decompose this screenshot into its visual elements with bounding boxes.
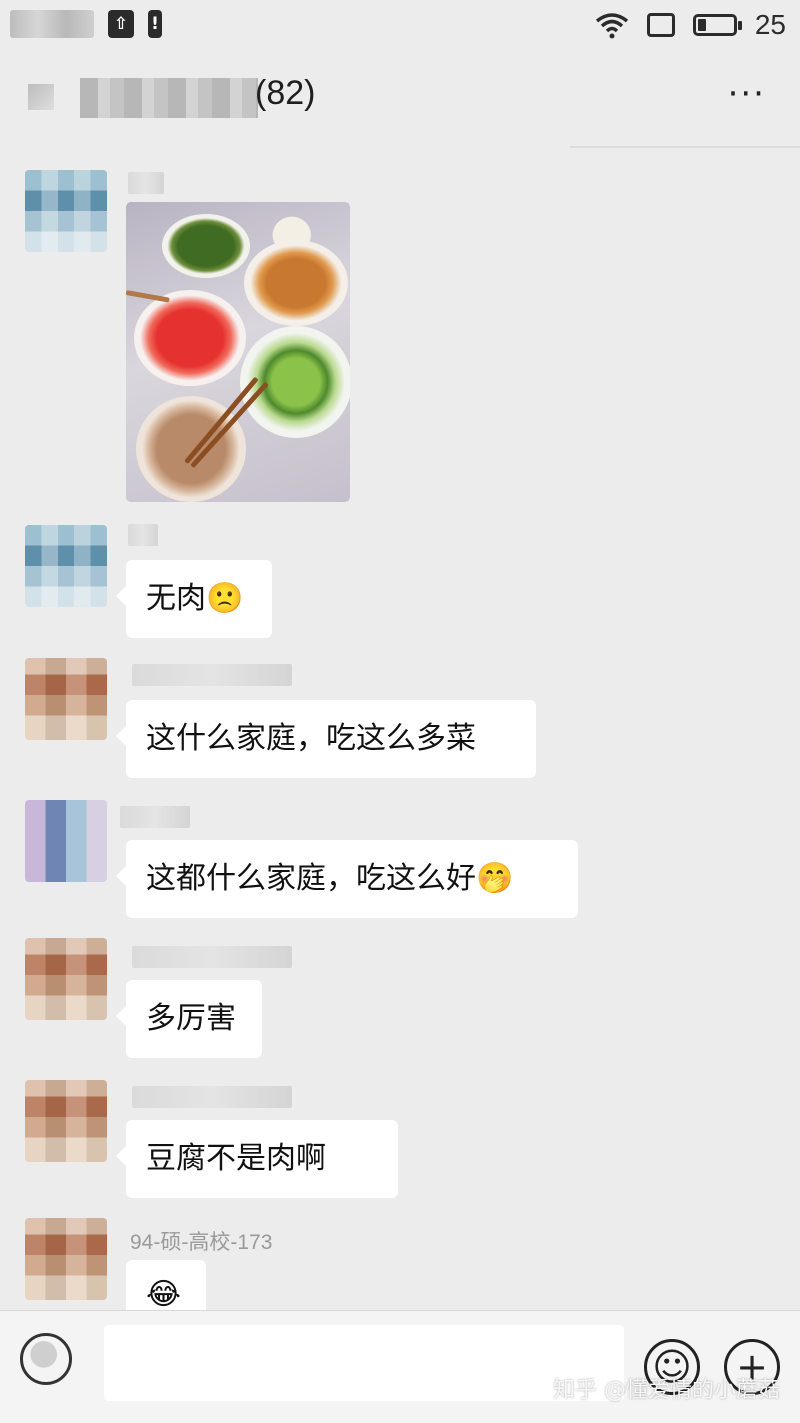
message-bubble[interactable]: 豆腐不是肉啊 xyxy=(116,1120,398,1198)
tears-of-joy-emoji-icon: 😂 xyxy=(146,1277,182,1310)
message-text: 多厉害 xyxy=(146,1001,236,1036)
watermark: 知乎 @懂爱情的小蘑菇 xyxy=(553,1378,780,1403)
avatar[interactable] xyxy=(25,1080,107,1162)
alert-icon: ! xyxy=(148,10,162,38)
carrier-info-blurred xyxy=(10,10,94,38)
message-bubble[interactable]: 这都什么家庭，吃这么好🤭 xyxy=(116,840,578,918)
header-divider xyxy=(570,146,800,148)
sender-name-blurred xyxy=(132,946,292,968)
back-button-blurred[interactable] xyxy=(28,84,54,110)
message-bubble[interactable]: 无肉🙁 xyxy=(116,560,272,638)
sender-name: 94-硕-高校-173 xyxy=(130,1231,273,1254)
battery-icon xyxy=(692,14,742,36)
sender-name-blurred xyxy=(128,524,158,546)
square-icon xyxy=(646,13,675,37)
frown-emoji-icon: 🙁 xyxy=(206,581,244,616)
chopsticks xyxy=(126,290,170,303)
avatar[interactable] xyxy=(25,658,107,740)
battery-level: 25 xyxy=(754,9,786,40)
avatar[interactable] xyxy=(25,170,107,252)
sender-name-blurred xyxy=(128,172,164,194)
battery-fill xyxy=(697,19,707,31)
upload-icon: ⇧ xyxy=(108,10,134,38)
status-bar: ⇧ ! 25 xyxy=(0,0,800,52)
chat-title-blurred xyxy=(80,78,258,118)
chat-title-member-count: (82) xyxy=(255,74,316,112)
food-photo-message[interactable] xyxy=(126,202,350,502)
avatar[interactable] xyxy=(25,1218,107,1300)
message-text: 豆腐不是肉啊 xyxy=(146,1141,326,1176)
dish-tomatoes xyxy=(134,290,246,386)
sender-name-blurred xyxy=(132,1086,292,1108)
dish-fried-tofu xyxy=(244,240,348,326)
message-text: 这都什么家庭，吃这么好 xyxy=(146,861,476,896)
message-bubble[interactable]: 这什么家庭，吃这么多菜 xyxy=(116,700,536,778)
avatar[interactable] xyxy=(25,525,107,607)
voice-input-icon[interactable] xyxy=(20,1333,72,1385)
message-bubble[interactable]: 😂 xyxy=(126,1260,206,1310)
more-options-button[interactable]: ··· xyxy=(728,77,766,111)
message-text: 这什么家庭，吃这么多菜 xyxy=(146,721,476,756)
message-input[interactable] xyxy=(104,1325,624,1401)
sender-name-blurred xyxy=(132,664,292,686)
sender-name-blurred xyxy=(120,806,190,828)
avatar[interactable] xyxy=(25,800,107,882)
hand-over-mouth-emoji-icon: 🤭 xyxy=(476,861,514,896)
message-text: 无肉 xyxy=(146,581,206,616)
avatar[interactable] xyxy=(25,938,107,1020)
wifi-icon xyxy=(595,13,628,39)
dish-green-beans xyxy=(162,214,250,278)
message-bubble[interactable]: 多厉害 xyxy=(116,980,262,1058)
